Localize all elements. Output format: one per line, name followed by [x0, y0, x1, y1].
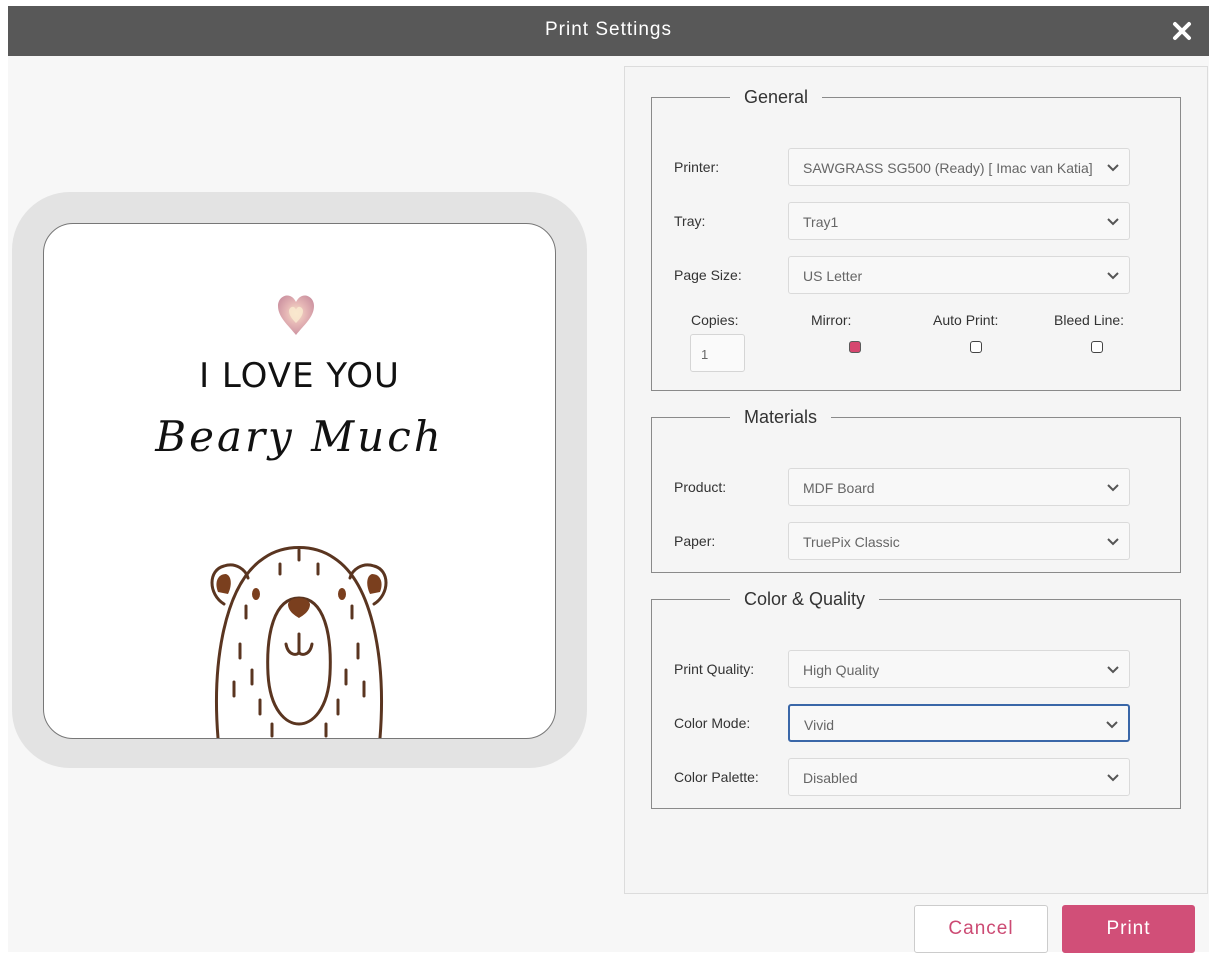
print-button[interactable]: Print [1062, 905, 1195, 953]
color-quality-group: Color & Quality Print Quality: High Qual… [651, 589, 1181, 809]
preview-card: I LOVE YOU Beary Much [43, 223, 556, 739]
heart-icon [278, 295, 314, 335]
product-select[interactable]: MDF Board [788, 468, 1130, 506]
printer-select[interactable]: SAWGRASS SG500 (Ready) [ Imac van Katia] [788, 148, 1130, 186]
color-palette-value: Disabled [803, 770, 858, 786]
title-bar: Print Settings [8, 6, 1209, 56]
paper-value: TruePix Classic [803, 534, 900, 550]
print-quality-value: High Quality [803, 662, 880, 678]
tray-value: Tray1 [803, 214, 839, 230]
print-options: Copies: 1 Mirror: Auto Print: Bleed Line… [652, 312, 1182, 392]
color-quality-legend: Color & Quality [744, 589, 866, 609]
bear-illustration [210, 546, 388, 738]
color-mode-label: Color Mode: [674, 715, 751, 731]
copies-value: 1 [701, 347, 709, 362]
chevron-down-icon [1107, 484, 1119, 492]
mirror-label: Mirror: [811, 312, 852, 328]
chevron-down-icon [1107, 538, 1119, 546]
print-quality-label: Print Quality: [674, 661, 755, 677]
color-mode-value: Vivid [804, 717, 835, 733]
mirror-checkbox[interactable] [849, 341, 861, 353]
tray-label: Tray: [674, 213, 706, 229]
color-mode-select[interactable]: Vivid [788, 704, 1130, 742]
cancel-button[interactable]: Cancel [914, 905, 1048, 953]
close-icon[interactable] [1167, 16, 1197, 46]
copies-input[interactable]: 1 [690, 334, 745, 372]
product-label: Product: [674, 479, 727, 495]
preview-line-1: I LOVE YOU [199, 356, 400, 396]
materials-group: Materials Product: MDF Board Paper: True… [651, 407, 1181, 573]
chevron-down-icon [1107, 164, 1119, 172]
general-group: General Printer: SAWGRASS SG500 (Ready) … [651, 87, 1181, 391]
product-value: MDF Board [803, 480, 875, 496]
paper-select[interactable]: TruePix Classic [788, 522, 1130, 560]
chevron-down-icon [1107, 774, 1119, 782]
general-legend: General [744, 87, 809, 107]
dialog-title: Print Settings [545, 19, 672, 40]
color-palette-select[interactable]: Disabled [788, 758, 1130, 796]
printer-label: Printer: [674, 159, 720, 175]
print-settings-dialog: Print Settings I LOVE YOU Beary Much Gen… [8, 6, 1209, 952]
page-size-label: Page Size: [674, 267, 742, 283]
chevron-down-icon [1107, 666, 1119, 674]
auto-print-label: Auto Print: [933, 312, 999, 328]
page-size-value: US Letter [803, 268, 863, 284]
chevron-down-icon [1106, 721, 1118, 729]
paper-label: Paper: [674, 533, 716, 549]
settings-panel: General Printer: SAWGRASS SG500 (Ready) … [624, 66, 1208, 894]
print-quality-select[interactable]: High Quality [788, 650, 1130, 688]
materials-legend: Materials [744, 407, 818, 427]
copies-label: Copies: [691, 312, 739, 328]
bleed-line-checkbox[interactable] [1091, 341, 1103, 353]
bleed-line-label: Bleed Line: [1054, 312, 1125, 328]
chevron-down-icon [1107, 272, 1119, 280]
tray-select[interactable]: Tray1 [788, 202, 1130, 240]
auto-print-checkbox[interactable] [970, 341, 982, 353]
printer-value: SAWGRASS SG500 (Ready) [ Imac van Katia] [803, 160, 1093, 176]
page-size-select[interactable]: US Letter [788, 256, 1130, 294]
chevron-down-icon [1107, 218, 1119, 226]
color-palette-label: Color Palette: [674, 769, 759, 785]
preview-line-2: Beary Much [155, 412, 444, 461]
